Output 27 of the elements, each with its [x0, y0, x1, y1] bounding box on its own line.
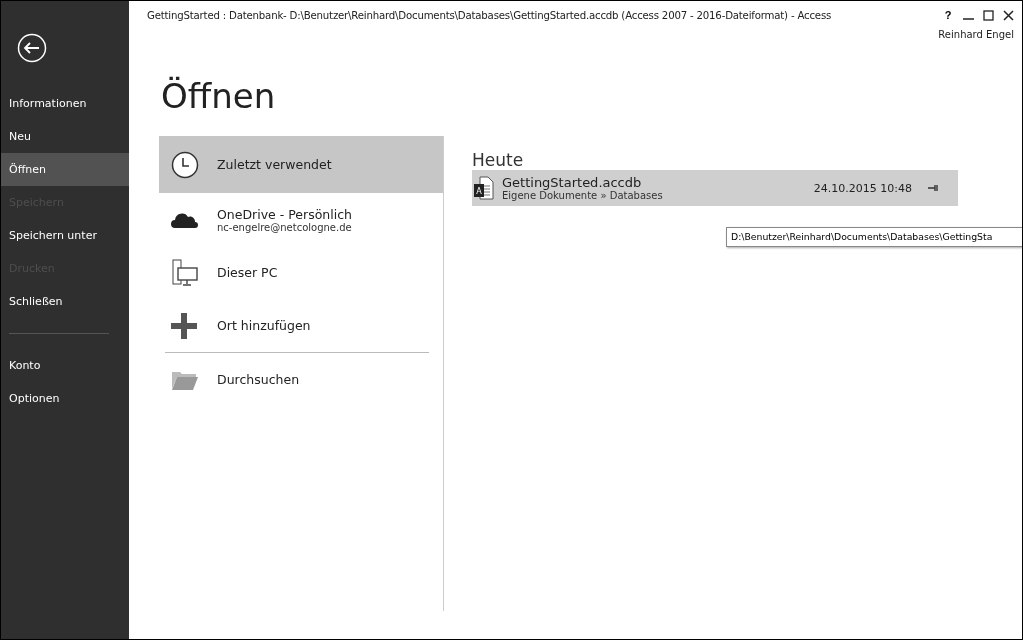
sidebar-item[interactable]: Konto [1, 349, 129, 382]
path-tooltip: D:\Benutzer\Reinhard\Documents\Databases\GettingSta [726, 227, 1022, 247]
page-title: Öffnen [161, 76, 277, 116]
sidebar-item[interactable]: Speichern unter [1, 219, 129, 252]
close-icon [1002, 9, 1014, 21]
sidebar-item[interactable]: Neu [1, 120, 129, 153]
group-heading: Heute [472, 150, 525, 170]
user-name[interactable]: Reinhard Engel [938, 29, 1014, 40]
place-item[interactable]: Ort hinzufügen [159, 299, 443, 352]
place-item[interactable]: OneDrive - Persönlich nc-engelre@netcologne.de [159, 193, 443, 246]
sidebar-item[interactable]: Informationen [1, 87, 129, 120]
pin-icon[interactable] [928, 184, 938, 192]
maximize-icon [982, 9, 994, 21]
sidebar-item[interactable]: Optionen [1, 382, 129, 415]
recent-file-item[interactable]: A GettingStarted.accdb Eigene Dokumente » Databases 24.10.2015 10:48 [472, 170, 958, 206]
place-item[interactable]: Dieser PC [159, 246, 443, 299]
sidebar-item[interactable]: Schließen [1, 285, 129, 318]
place-item[interactable]: Zuletzt verwendet [159, 136, 443, 193]
computer-icon [171, 258, 199, 287]
back-button[interactable] [16, 33, 48, 65]
window-title: GettingStarted : Datenbank- D:\Benutzer\Reinhard\Documents\Databases\GettingStarted.accdb (Access 2007 - 2016-Dateiformat) - Access [147, 9, 832, 21]
sidebar-item[interactable]: Öffnen [1, 153, 129, 186]
clock-icon [171, 150, 199, 179]
help-button[interactable]: ? [938, 5, 958, 25]
plus-icon [171, 312, 197, 339]
minimize-icon [962, 18, 974, 20]
place-item[interactable]: Durchsuchen [159, 353, 443, 406]
